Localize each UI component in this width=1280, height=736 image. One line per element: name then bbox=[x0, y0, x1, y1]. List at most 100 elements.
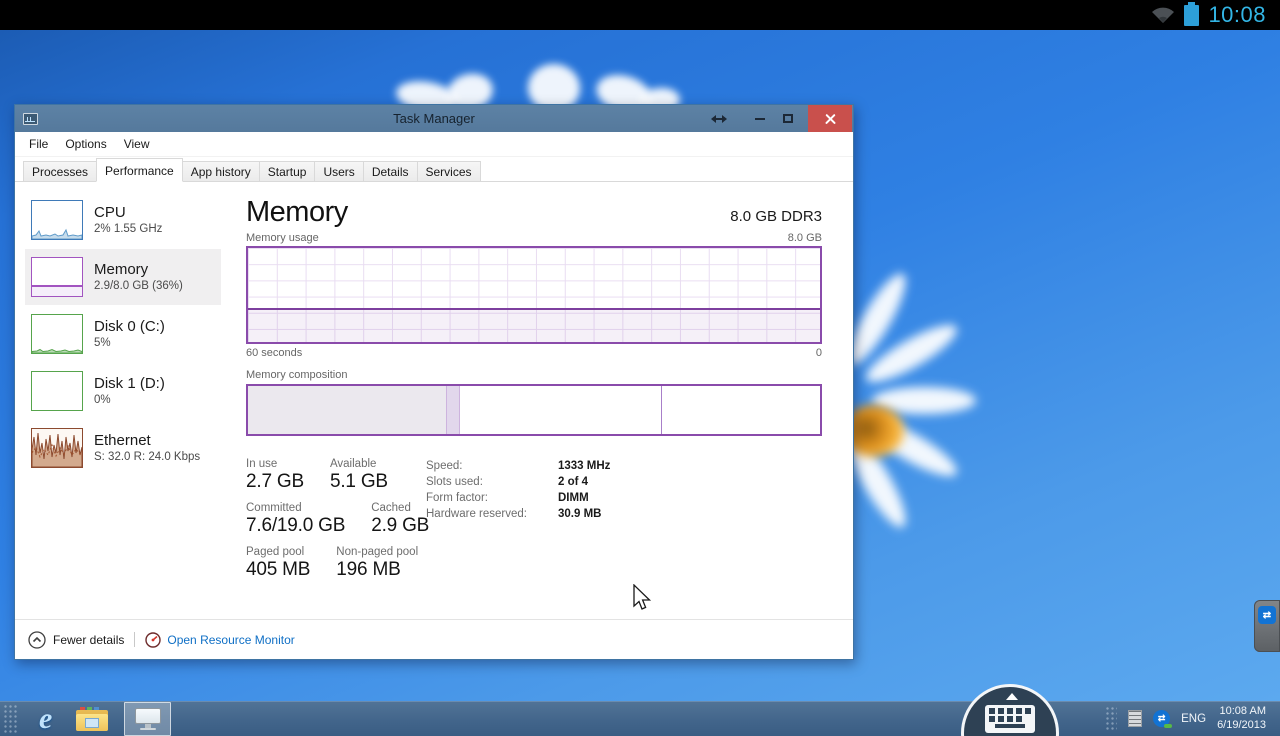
menu-options[interactable]: Options bbox=[65, 137, 106, 151]
graph-axis-left: 60 seconds bbox=[246, 347, 302, 359]
memory-panel: Memory 8.0 GB DDR3 Memory usage 8.0 GB 6… bbox=[221, 182, 853, 619]
menu-file[interactable]: File bbox=[29, 137, 48, 151]
memory-panel-title: Memory bbox=[246, 196, 348, 229]
stat-label-committed: Committed bbox=[246, 502, 345, 514]
sidebar-ethernet-label: Ethernet bbox=[94, 432, 200, 450]
keyboard-icon bbox=[985, 705, 1035, 733]
sidebar-item-disk1[interactable]: Disk 1 (D:) 0% bbox=[25, 363, 221, 419]
tab-processes[interactable]: Processes bbox=[23, 161, 97, 182]
composition-segment-standby bbox=[460, 386, 661, 434]
task-manager-icon bbox=[135, 708, 161, 730]
internet-explorer-icon[interactable]: e bbox=[39, 704, 52, 734]
sidebar-ethernet-detail: S: 32.0 R: 24.0 Kbps bbox=[94, 450, 200, 464]
memory-usage-graph bbox=[246, 246, 822, 344]
composition-segment-free bbox=[662, 386, 820, 434]
cpu-graph-thumbnail bbox=[31, 200, 83, 240]
detail-label-form-factor: Form factor: bbox=[426, 492, 532, 504]
stat-value-committed: 7.6/19.0 GB bbox=[246, 515, 345, 537]
stat-label-in-use: In use bbox=[246, 458, 304, 470]
detail-label-slots: Slots used: bbox=[426, 476, 532, 488]
battery-icon bbox=[1184, 5, 1199, 26]
memory-composition-bar bbox=[246, 384, 822, 436]
performance-sidebar: CPU 2% 1.55 GHz Memory 2.9/8.0 GB (36%) bbox=[15, 182, 221, 619]
teamviewer-edge-tab[interactable]: ⇄ bbox=[1254, 600, 1280, 652]
tab-app-history[interactable]: App history bbox=[182, 161, 260, 182]
graph-axis-right: 0 bbox=[816, 347, 822, 359]
stat-value-in-use: 2.7 GB bbox=[246, 471, 304, 493]
stat-label-paged-pool: Paged pool bbox=[246, 546, 310, 558]
wifi-icon bbox=[1151, 5, 1175, 25]
performance-content: CPU 2% 1.55 GHz Memory 2.9/8.0 GB (36%) bbox=[15, 182, 853, 619]
taskbar-time: 10:08 AM bbox=[1217, 705, 1266, 719]
tab-strip: Processes Performance App history Startu… bbox=[15, 157, 853, 182]
ethernet-graph-thumbnail bbox=[31, 428, 83, 468]
detail-value-hw-reserved: 30.9 MB bbox=[558, 508, 610, 520]
tab-services[interactable]: Services bbox=[417, 161, 481, 182]
file-explorer-icon[interactable] bbox=[76, 707, 108, 731]
memory-hardware-details: Speed: 1333 MHz Slots used: 2 of 4 Form … bbox=[426, 460, 610, 590]
sidebar-memory-detail: 2.9/8.0 GB (36%) bbox=[94, 279, 183, 293]
menu-bar: File Options View bbox=[15, 132, 853, 157]
language-indicator[interactable]: ENG bbox=[1181, 713, 1206, 725]
menu-view[interactable]: View bbox=[124, 137, 150, 151]
sidebar-memory-label: Memory bbox=[94, 261, 183, 279]
memory-graph-thumbnail bbox=[31, 257, 83, 297]
title-bar[interactable]: Task Manager bbox=[15, 105, 853, 132]
sidebar-item-cpu[interactable]: CPU 2% 1.55 GHz bbox=[25, 192, 221, 248]
memory-composition-label: Memory composition bbox=[246, 369, 822, 381]
window-footer: Fewer details Open Resource Monitor bbox=[15, 619, 853, 659]
tray-document-icon[interactable] bbox=[1128, 710, 1142, 727]
sidebar-disk0-label: Disk 0 (C:) bbox=[94, 318, 165, 336]
sidebar-disk0-detail: 5% bbox=[94, 336, 165, 350]
tray-teamviewer-icon[interactable]: ⇄ bbox=[1153, 710, 1170, 727]
task-manager-window: Task Manager File Options View Processes… bbox=[14, 104, 854, 660]
sidebar-cpu-detail: 2% 1.55 GHz bbox=[94, 222, 162, 236]
stat-label-non-paged-pool: Non-paged pool bbox=[336, 546, 418, 558]
maximize-button[interactable] bbox=[775, 105, 801, 132]
stat-label-cached: Cached bbox=[371, 502, 429, 514]
memory-usage-fill bbox=[248, 308, 820, 342]
chevron-up-icon bbox=[1006, 693, 1018, 700]
resize-icon[interactable] bbox=[707, 105, 731, 132]
sidebar-item-memory[interactable]: Memory 2.9/8.0 GB (36%) bbox=[25, 249, 221, 305]
memory-usage-max: 8.0 GB bbox=[788, 232, 822, 244]
footer-divider bbox=[134, 632, 135, 647]
stat-value-available: 5.1 GB bbox=[330, 471, 388, 493]
sidebar-cpu-label: CPU bbox=[94, 204, 162, 222]
detail-label-speed: Speed: bbox=[426, 460, 532, 472]
taskbar-grip[interactable] bbox=[3, 704, 19, 734]
tab-details[interactable]: Details bbox=[363, 161, 418, 182]
task-manager-taskbar-button[interactable] bbox=[124, 702, 171, 736]
stat-label-available: Available bbox=[330, 458, 388, 470]
taskbar: e bbox=[0, 701, 1280, 736]
fewer-details-button[interactable]: Fewer details bbox=[28, 631, 124, 649]
close-button[interactable] bbox=[808, 105, 852, 132]
detail-value-slots: 2 of 4 bbox=[558, 476, 610, 488]
tray-grip[interactable] bbox=[1105, 706, 1117, 732]
close-icon bbox=[825, 113, 836, 124]
sidebar-item-disk0[interactable]: Disk 0 (C:) 5% bbox=[25, 306, 221, 362]
tab-startup[interactable]: Startup bbox=[259, 161, 316, 182]
disk1-graph-thumbnail bbox=[31, 371, 83, 411]
mouse-cursor bbox=[632, 584, 654, 614]
resource-monitor-icon bbox=[145, 632, 161, 648]
status-bar-clock: 10:08 bbox=[1208, 0, 1266, 30]
tab-users[interactable]: Users bbox=[314, 161, 363, 182]
screen: 10:08 ⇄ Task Manager bbox=[0, 0, 1280, 736]
system-tray: ⇄ ENG 10:08 AM 6/19/2013 bbox=[1105, 701, 1280, 736]
composition-segment-in-use bbox=[248, 386, 447, 434]
composition-segment-modified bbox=[447, 386, 460, 434]
sidebar-item-ethernet[interactable]: Ethernet S: 32.0 R: 24.0 Kbps bbox=[25, 420, 221, 476]
tab-performance[interactable]: Performance bbox=[96, 158, 183, 182]
memory-usage-label: Memory usage bbox=[246, 232, 319, 244]
stat-value-paged-pool: 405 MB bbox=[246, 559, 310, 581]
detail-value-form-factor: DIMM bbox=[558, 492, 610, 504]
memory-stats: In use 2.7 GB Available 5.1 GB Committed bbox=[246, 458, 426, 590]
taskbar-clock[interactable]: 10:08 AM 6/19/2013 bbox=[1217, 705, 1266, 732]
stat-value-cached: 2.9 GB bbox=[371, 515, 429, 537]
chevron-up-icon bbox=[28, 631, 46, 649]
detail-label-hw-reserved: Hardware reserved: bbox=[426, 508, 532, 520]
taskbar-date: 6/19/2013 bbox=[1217, 719, 1266, 733]
minimize-button[interactable] bbox=[747, 105, 773, 132]
open-resource-monitor-link[interactable]: Open Resource Monitor bbox=[145, 632, 294, 648]
